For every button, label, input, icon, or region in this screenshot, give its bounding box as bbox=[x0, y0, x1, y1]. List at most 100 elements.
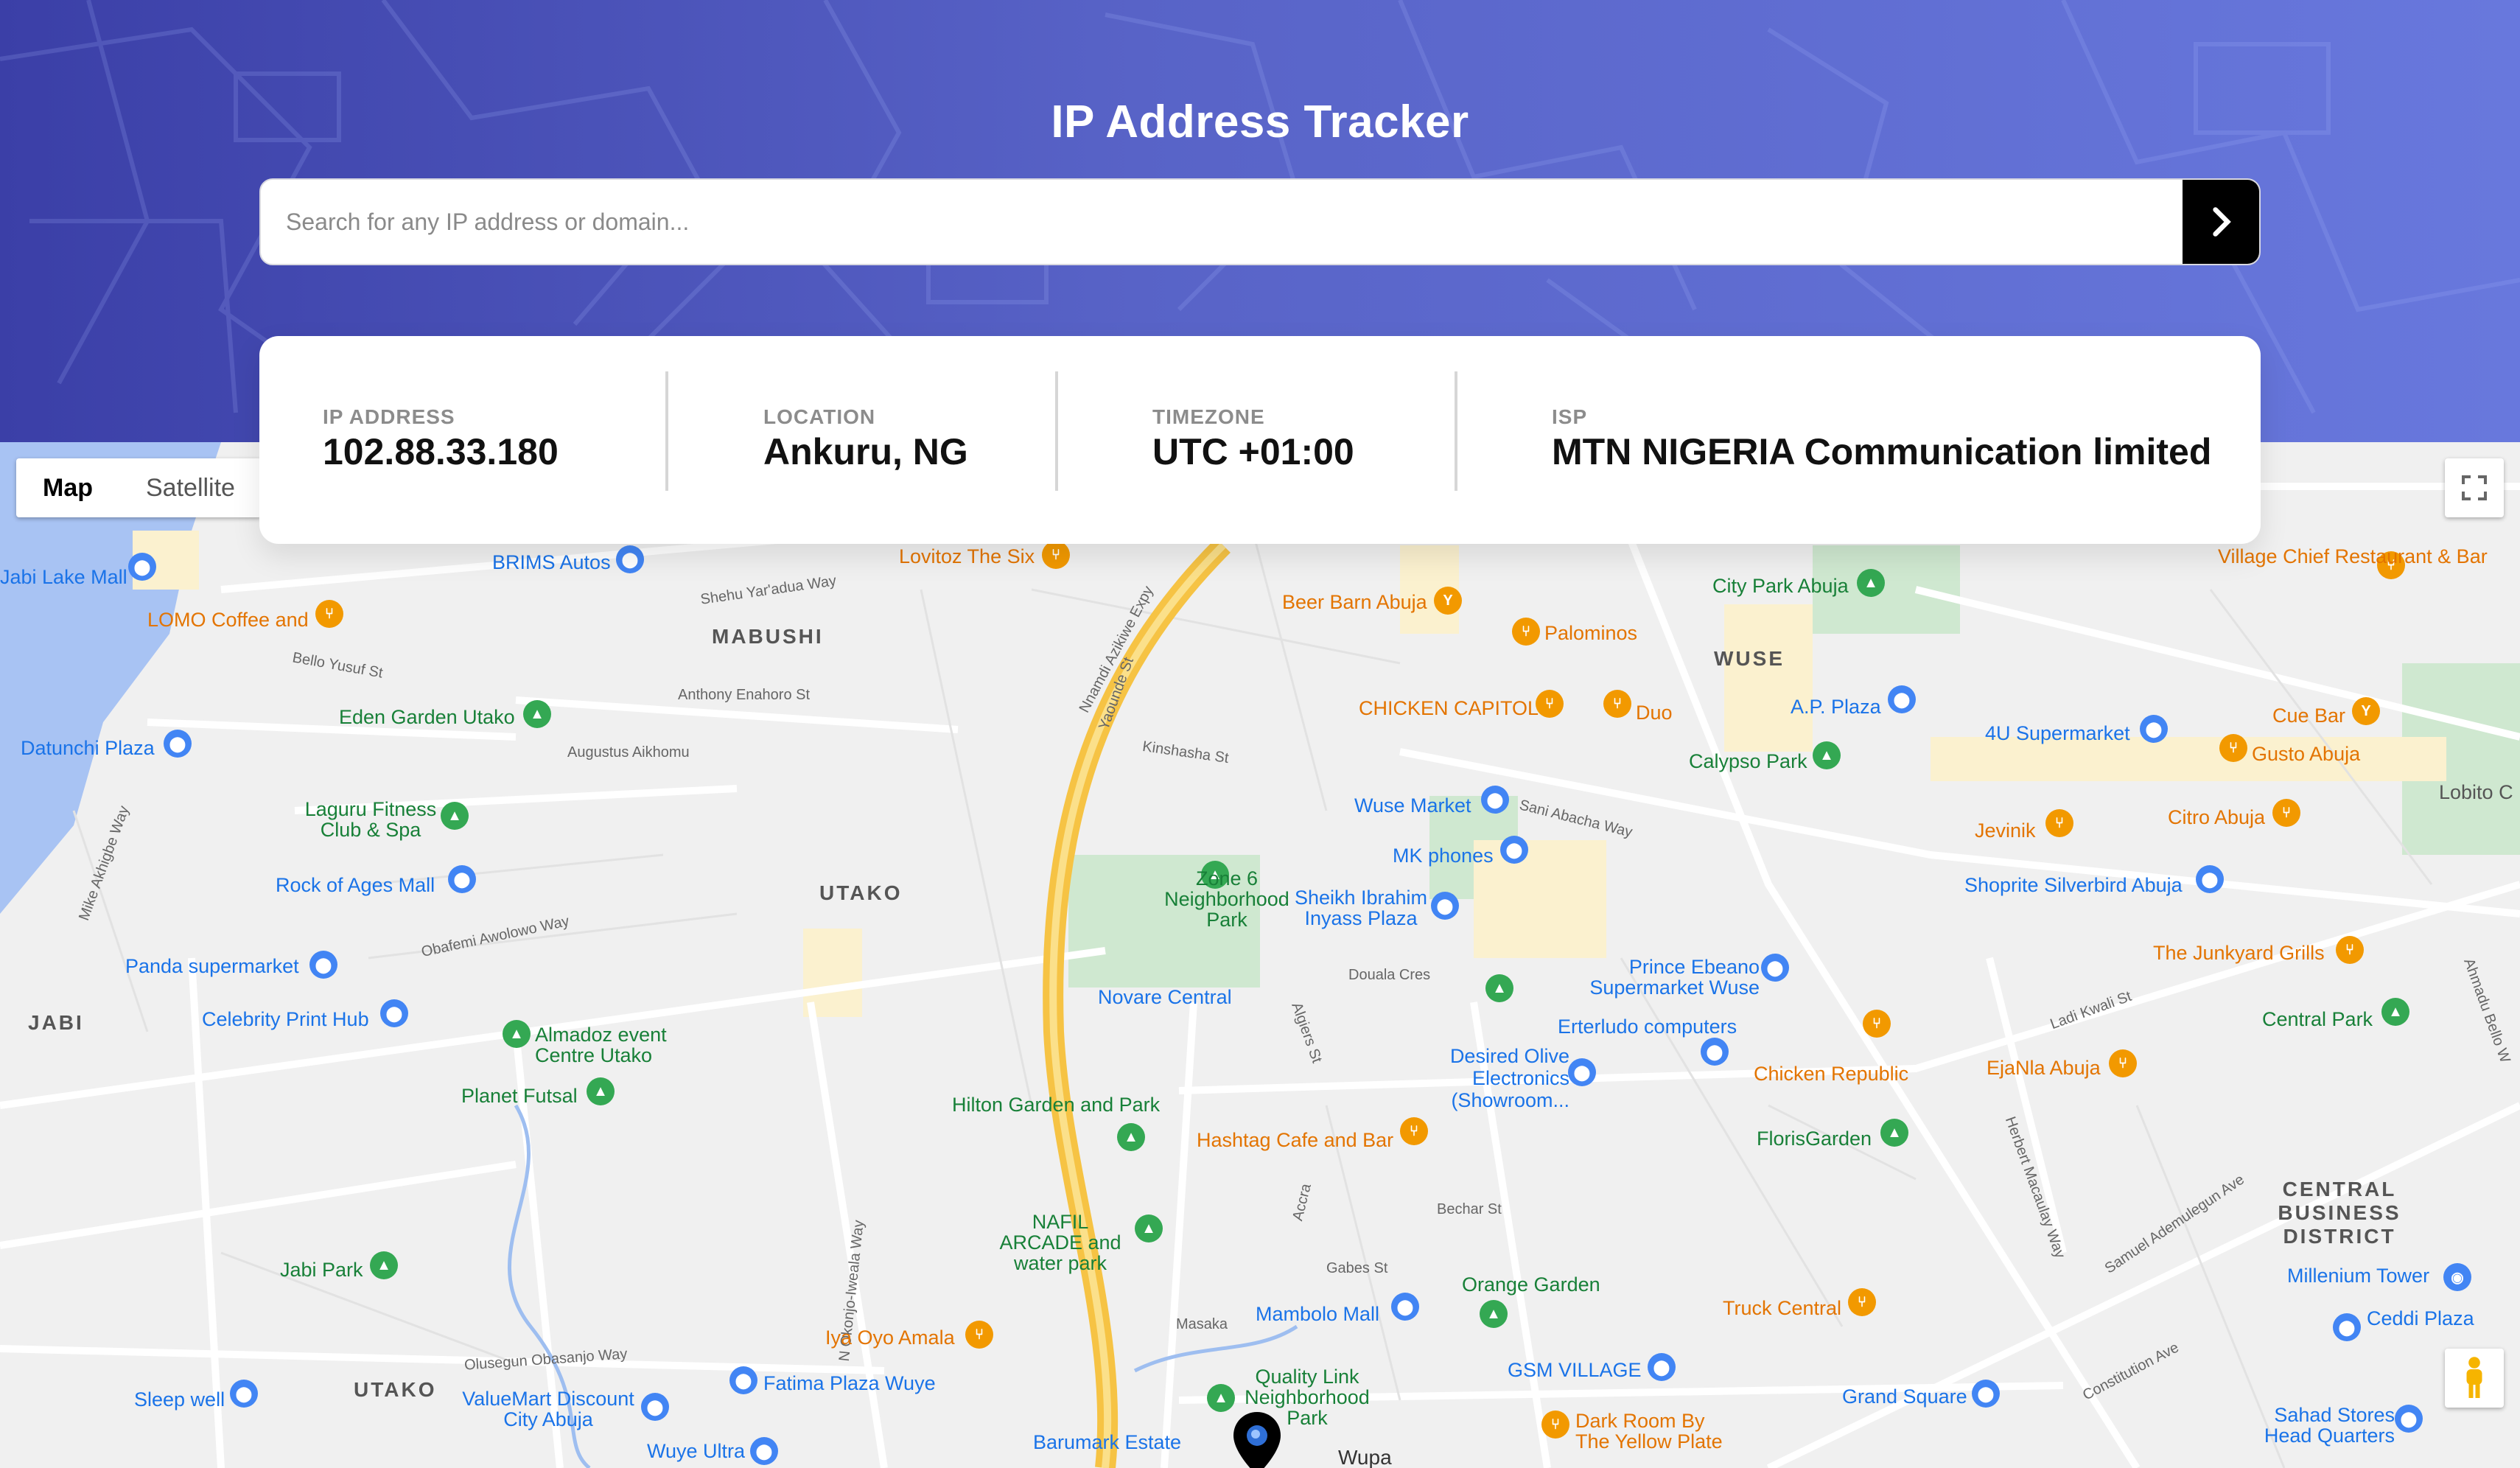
place-label[interactable]: Celebrity Print Hub bbox=[202, 1008, 369, 1031]
shop-pin-icon[interactable]: ⬤ bbox=[1500, 836, 1528, 864]
place-label[interactable]: Central Park bbox=[2262, 1008, 2373, 1031]
place-label[interactable]: Panda supermarket bbox=[125, 955, 299, 978]
place-label[interactable]: MK phones bbox=[1393, 845, 1494, 867]
restaurant-pin-icon[interactable]: ⑂ bbox=[1848, 1288, 1876, 1316]
park-pin-icon[interactable]: ▲ bbox=[441, 802, 469, 830]
place-label[interactable]: Almadoz event Centre Utako bbox=[535, 1024, 690, 1066]
shop-pin-icon[interactable]: ⬤ bbox=[128, 553, 156, 581]
map-view[interactable]: MABUSHI UTAKO JABI WUSE CENTRAL BUSINESS… bbox=[0, 442, 2520, 1468]
place-label[interactable]: Hashtag Cafe and Bar bbox=[1197, 1129, 1393, 1152]
camera-pin-icon[interactable]: ◉ bbox=[2443, 1263, 2471, 1291]
shop-pin-icon[interactable]: ⬤ bbox=[1972, 1380, 2000, 1408]
place-label[interactable]: Hilton Garden and Park bbox=[952, 1094, 1160, 1116]
place-label[interactable]: Duo bbox=[1636, 702, 1673, 724]
bar-pin-icon[interactable]: Y bbox=[1434, 587, 1462, 615]
search-input[interactable] bbox=[261, 180, 2183, 264]
shop-pin-icon[interactable]: ⬤ bbox=[230, 1380, 258, 1408]
place-label[interactable]: Jabi Lake Mall bbox=[0, 566, 127, 589]
place-label[interactable]: FlorisGarden bbox=[1757, 1128, 1872, 1150]
place-label[interactable]: Sleep well bbox=[134, 1388, 225, 1411]
map-type-map-button[interactable]: Map bbox=[16, 458, 119, 517]
park-pin-icon[interactable]: ▲ bbox=[1135, 1214, 1163, 1242]
place-label[interactable]: EjaNla Abuja bbox=[1987, 1057, 2101, 1080]
place-label[interactable]: Millenium Tower bbox=[2287, 1265, 2429, 1287]
map-type-satellite-button[interactable]: Satellite bbox=[119, 458, 262, 517]
restaurant-pin-icon[interactable]: ⑂ bbox=[1603, 690, 1631, 718]
shop-pin-icon[interactable]: ⬤ bbox=[641, 1393, 669, 1421]
park-pin-icon[interactable]: ▲ bbox=[1880, 1119, 1908, 1147]
place-label[interactable]: Fatima Plaza Wuye bbox=[763, 1372, 936, 1395]
place-label[interactable]: Truck Central bbox=[1723, 1297, 1841, 1320]
place-label[interactable]: Palominos bbox=[1544, 622, 1637, 645]
shop-pin-icon[interactable]: ⬤ bbox=[729, 1366, 757, 1394]
shop-pin-icon[interactable]: ⬤ bbox=[616, 545, 644, 573]
place-label[interactable]: Mambolo Mall bbox=[1256, 1303, 1379, 1326]
park-pin-icon[interactable]: ▲ bbox=[2381, 998, 2409, 1026]
restaurant-pin-icon[interactable]: ⑂ bbox=[1541, 1411, 1569, 1439]
place-label[interactable]: Barumark Estate bbox=[1033, 1431, 1181, 1454]
place-label[interactable]: Village Chief Restaurant & Bar bbox=[2218, 545, 2488, 567]
place-label[interactable]: Iya Oyo Amala bbox=[825, 1327, 955, 1349]
restaurant-pin-icon[interactable]: ⑂ bbox=[1400, 1117, 1428, 1145]
place-label[interactable]: Calypso Park bbox=[1689, 750, 1807, 773]
shop-pin-icon[interactable]: ⬤ bbox=[1888, 685, 1916, 713]
restaurant-pin-icon[interactable]: ⑂ bbox=[2272, 799, 2300, 827]
place-label[interactable]: Wuye Ultra bbox=[647, 1440, 745, 1463]
shop-pin-icon[interactable]: ⬤ bbox=[380, 999, 408, 1027]
shop-pin-icon[interactable]: ⬤ bbox=[2196, 865, 2224, 893]
shop-pin-icon[interactable]: ⬤ bbox=[448, 865, 476, 893]
park-pin-icon[interactable]: ▲ bbox=[587, 1077, 615, 1105]
park-pin-icon[interactable]: ▲ bbox=[1857, 569, 1885, 597]
place-label[interactable]: GSM VILLAGE bbox=[1508, 1359, 1642, 1382]
park-pin-icon[interactable]: ▲ bbox=[1480, 1300, 1508, 1328]
place-label[interactable]: Jabi Park bbox=[280, 1259, 363, 1282]
fullscreen-button[interactable] bbox=[2445, 458, 2504, 517]
park-pin-icon[interactable]: ▲ bbox=[370, 1251, 398, 1279]
shop-pin-icon[interactable]: ⬤ bbox=[1761, 954, 1789, 982]
place-label[interactable]: Sahad Stores Head Quarters bbox=[2240, 1405, 2395, 1446]
shop-pin-icon[interactable]: ⬤ bbox=[1431, 892, 1459, 920]
place-label[interactable]: Dark Room By The Yellow Plate bbox=[1575, 1411, 1737, 1452]
place-label[interactable]: Grand Square bbox=[1842, 1385, 1967, 1408]
place-label[interactable]: Beer Barn Abuja bbox=[1282, 591, 1427, 614]
park-pin-icon[interactable]: ▲ bbox=[1485, 974, 1513, 1002]
park-pin-icon[interactable]: ▲ bbox=[1813, 741, 1841, 769]
park-pin-icon[interactable]: ▲ bbox=[503, 1020, 531, 1048]
shop-pin-icon[interactable]: ⬤ bbox=[2395, 1405, 2423, 1433]
place-label[interactable]: Zone 6 Neighborhood Park bbox=[1149, 868, 1304, 930]
park-pin-icon[interactable]: ▲ bbox=[1117, 1123, 1145, 1151]
place-label[interactable]: Erterludo computers bbox=[1558, 1016, 1737, 1038]
place-label[interactable]: Ceddi Plaza bbox=[2367, 1307, 2474, 1330]
restaurant-pin-icon[interactable]: ⑂ bbox=[315, 600, 343, 628]
shop-pin-icon[interactable]: ⬤ bbox=[1701, 1038, 1729, 1066]
place-label[interactable]: Prince Ebeano Supermarket Wuse bbox=[1583, 957, 1760, 998]
restaurant-pin-icon[interactable]: ⑂ bbox=[2109, 1049, 2137, 1077]
restaurant-pin-icon[interactable]: ⑂ bbox=[1536, 690, 1564, 718]
place-label[interactable]: 4U Supermarket bbox=[1985, 722, 2130, 745]
place-label[interactable]: Cue Bar bbox=[2272, 705, 2345, 727]
place-label[interactable]: Gusto Abuja bbox=[2252, 743, 2360, 766]
place-label[interactable]: Eden Garden Utako bbox=[339, 706, 515, 729]
place-label[interactable]: ValueMart Discount City Abuja bbox=[460, 1388, 637, 1430]
shop-pin-icon[interactable]: ⬤ bbox=[2140, 715, 2168, 743]
place-label[interactable]: The Junkyard Grills bbox=[2153, 942, 2325, 965]
place-label[interactable]: NAFIL ARCADE and water park bbox=[990, 1212, 1130, 1273]
shop-pin-icon[interactable]: ⬤ bbox=[1568, 1058, 1596, 1086]
place-label[interactable]: Chicken Republic bbox=[1754, 1063, 1908, 1086]
place-label[interactable]: Planet Futsal bbox=[461, 1085, 578, 1108]
restaurant-pin-icon[interactable]: ⑂ bbox=[2219, 734, 2247, 762]
location-marker-icon[interactable] bbox=[1233, 1412, 1281, 1468]
place-label[interactable]: Wuse Market bbox=[1354, 794, 1471, 817]
shop-pin-icon[interactable]: ⬤ bbox=[1391, 1293, 1419, 1321]
shop-pin-icon[interactable]: ⬤ bbox=[164, 730, 192, 758]
place-label[interactable]: A.P. Plaza bbox=[1791, 696, 1881, 719]
place-label[interactable]: Laguru Fitness Club & Spa bbox=[301, 799, 441, 840]
shop-pin-icon[interactable]: ⬤ bbox=[1481, 786, 1509, 814]
restaurant-pin-icon[interactable]: ⑂ bbox=[1863, 1010, 1891, 1038]
place-label[interactable]: Sheikh Ibrahim Inyass Plaza bbox=[1291, 887, 1431, 929]
place-label[interactable]: Datunchi Plaza bbox=[21, 737, 155, 760]
place-label[interactable]: Lovitoz The Six bbox=[899, 545, 1035, 568]
park-pin-icon[interactable]: ▲ bbox=[1207, 1384, 1235, 1412]
shop-pin-icon[interactable]: ⬤ bbox=[309, 951, 337, 979]
restaurant-pin-icon[interactable]: ⑂ bbox=[1042, 541, 1070, 569]
